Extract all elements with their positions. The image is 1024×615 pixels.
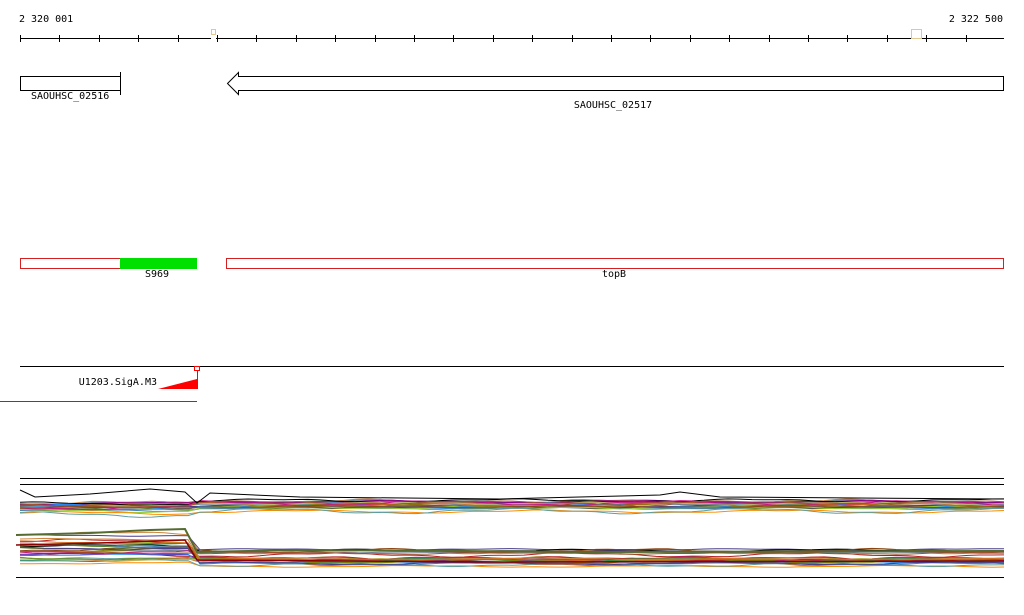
ruler-end-label: 2 322 500 (948, 14, 1003, 25)
expression-trace (19, 509, 1005, 516)
gene-label-saouhsc-02517[interactable]: SAOUHSC_02517 (574, 100, 652, 112)
promoter-label[interactable]: U1203.SigA.M3 (79, 377, 157, 389)
ruler-marker-right[interactable] (911, 29, 922, 39)
promoter-tss-box[interactable] (194, 366, 200, 371)
feature-label-s969[interactable]: S969 (145, 269, 169, 281)
feature-topb[interactable] (226, 258, 1004, 269)
gene-saouhsc-02516[interactable] (20, 76, 121, 91)
promoter-triangle[interactable] (158, 379, 197, 389)
feature-label-topb[interactable]: topB (602, 269, 626, 281)
feature-s969[interactable] (120, 258, 197, 269)
gene-saouhsc-02517-arrow[interactable] (226, 71, 1004, 96)
track-canvas (0, 29, 1005, 578)
ruler-start-label: 2 320 001 (19, 14, 74, 25)
genome-browser-view: 2 320 001 2 322 500 SAOUHSC_02516 SAOUHS… (0, 0, 1024, 611)
gene-label-saouhsc-02516[interactable]: SAOUHSC_02516 (31, 91, 109, 103)
ruler-marker-left[interactable] (211, 29, 216, 35)
